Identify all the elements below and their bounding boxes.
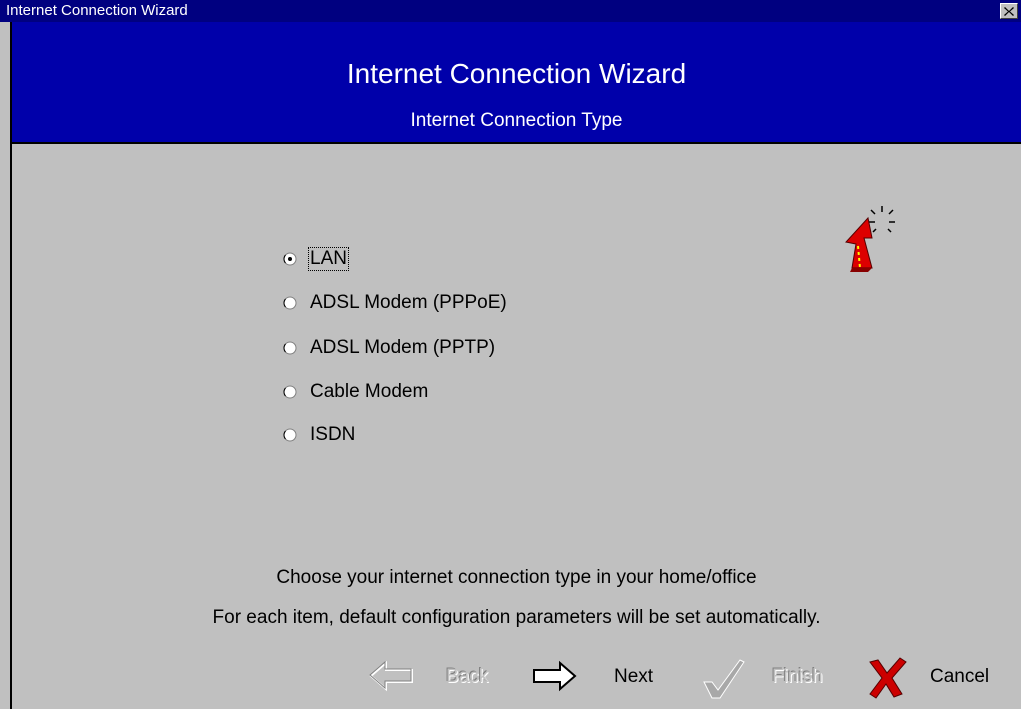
red-x-icon xyxy=(869,657,907,699)
radio-checked-icon[interactable] xyxy=(283,252,297,266)
cancel-button[interactable]: Cancel xyxy=(866,656,1002,700)
option-label: ADSL Modem (PPTP) xyxy=(310,337,496,358)
checkmark-icon xyxy=(703,659,745,699)
arrow-right-icon xyxy=(533,660,577,692)
radio-unchecked-icon[interactable] xyxy=(283,385,297,399)
header-divider xyxy=(12,142,1021,144)
back-button[interactable]: Back xyxy=(368,656,504,700)
finish-label: Finish xyxy=(772,666,823,687)
header-title: Internet Connection Wizard xyxy=(346,58,687,89)
title-bar: Internet Connection Wizard xyxy=(0,0,1021,22)
wizard-window: Internet Connection Wizard Internet Conn… xyxy=(0,0,1021,709)
info-text-line2: For each item, default configuration par… xyxy=(212,607,821,628)
option-label: ADSL Modem (PPPoE) xyxy=(310,292,507,313)
radio-unchecked-icon[interactable] xyxy=(283,341,297,355)
cancel-label: Cancel xyxy=(930,666,990,687)
finish-button[interactable]: Finish xyxy=(700,656,842,700)
radio-unchecked-icon[interactable] xyxy=(283,296,297,310)
next-label: Next xyxy=(614,666,654,687)
next-button[interactable]: Next xyxy=(530,656,662,700)
back-label: Back xyxy=(446,666,489,687)
radio-unchecked-icon[interactable] xyxy=(283,428,297,442)
close-icon xyxy=(1004,7,1014,16)
option-label: ISDN xyxy=(310,424,356,445)
header-subtitle: Internet Connection Type xyxy=(410,110,623,131)
wizard-magic-icon xyxy=(845,206,895,272)
wizard-header: Internet Connection Wizard Internet Conn… xyxy=(12,22,1021,142)
close-button[interactable] xyxy=(1000,3,1018,19)
info-text-line1: Choose your internet connection type in … xyxy=(276,567,757,588)
option-label: LAN xyxy=(308,247,349,271)
option-label: Cable Modem xyxy=(310,381,429,402)
window-title: Internet Connection Wizard xyxy=(6,2,188,19)
arrow-left-icon xyxy=(369,660,413,692)
